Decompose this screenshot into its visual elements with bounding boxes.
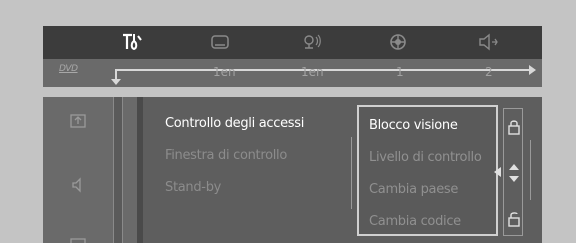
- panel-divider-fill: [123, 97, 137, 243]
- submenu-item-change-code[interactable]: Cambia codice: [369, 214, 461, 229]
- menu-item-control-window[interactable]: Finestra di controllo: [165, 148, 287, 163]
- speaker-icon[interactable]: [475, 30, 501, 54]
- settings-tools-icon[interactable]: [119, 30, 145, 54]
- submenu-box: Blocco visione Livello di controllo Camb…: [357, 105, 498, 236]
- panel-divider: [113, 97, 123, 243]
- angle-icon[interactable]: [385, 30, 411, 54]
- submenu-item-control-level[interactable]: Livello di controllo: [369, 150, 482, 165]
- dvd-setup-screen: DVD 1en 1en 1 2 Controllo degli accessi …: [0, 0, 576, 243]
- menu-item-standby[interactable]: Stand-by: [165, 180, 221, 195]
- status-angle-value: 1: [396, 65, 404, 79]
- display-settings-icon[interactable]: [67, 233, 89, 243]
- audio-language-icon[interactable]: [299, 30, 325, 54]
- menu-item-access-control[interactable]: Controllo degli accessi: [165, 116, 304, 131]
- status-bar: DVD 1en 1en 1 2: [43, 59, 542, 87]
- left-icon-panel: [43, 97, 113, 243]
- back-arrow-left-icon[interactable]: [494, 167, 501, 177]
- lock-open-icon: [507, 211, 521, 227]
- timeline-arrow-down-icon: [111, 79, 121, 85]
- status-subtitle-value: 1en: [213, 65, 236, 79]
- access-lock-icon[interactable]: [67, 111, 89, 131]
- subtitle-icon[interactable]: [207, 30, 233, 54]
- panel-right-edge: [527, 140, 531, 200]
- dvd-logo: DVD: [59, 64, 78, 74]
- status-speaker-value: 2: [485, 65, 493, 79]
- navigation-scroll-control[interactable]: [503, 108, 523, 236]
- lock-closed-icon: [507, 119, 521, 135]
- submenu-item-change-country[interactable]: Cambia paese: [369, 182, 458, 197]
- top-menu-bar: [43, 26, 542, 59]
- submenu-connector: [351, 137, 356, 209]
- up-down-arrows-icon[interactable]: [507, 163, 521, 182]
- timeline-arrow-right-icon: [529, 65, 536, 75]
- submenu-item-block-viewing[interactable]: Blocco visione: [369, 118, 458, 133]
- audio-settings-icon[interactable]: [67, 175, 89, 195]
- status-audio-value: 1en: [301, 65, 324, 79]
